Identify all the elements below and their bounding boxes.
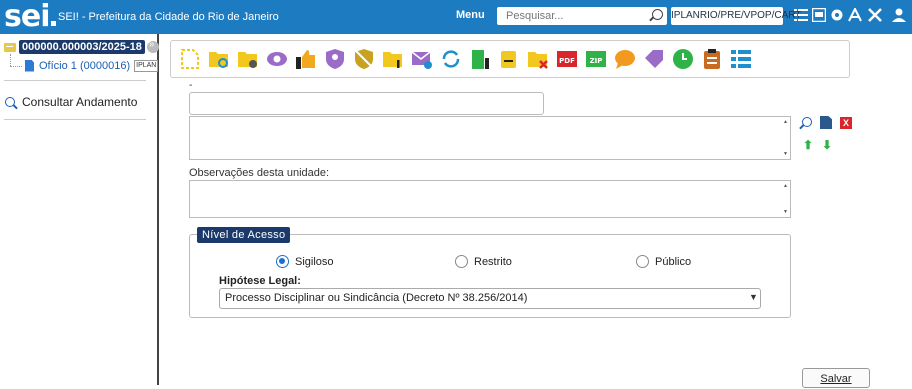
remove-icon[interactable]: X: [840, 117, 852, 129]
divider: [4, 80, 146, 81]
folder-remove-icon[interactable]: [527, 48, 549, 70]
divider: [4, 119, 146, 120]
observacoes-textarea[interactable]: ▲ ▼: [189, 180, 791, 218]
document-unit-badge: IPLAN: [134, 59, 159, 72]
hipotese-legal-select[interactable]: Processo Disciplinar ou Sindicância (Dec…: [219, 288, 761, 309]
radio-publico[interactable]: Público: [636, 255, 691, 268]
clock-icon[interactable]: [672, 48, 694, 70]
sei-logo[interactable]: sei: [4, 0, 56, 34]
expand-toggle-icon[interactable]: [146, 39, 159, 53]
radio-sigiloso[interactable]: Sigiloso: [276, 255, 334, 268]
consult-andamento-link[interactable]: Consultar Andamento: [5, 95, 137, 109]
new-document-icon[interactable]: [179, 48, 201, 70]
folder-info-icon[interactable]: [382, 48, 404, 70]
process-tree-panel: [0, 34, 157, 385]
search-icon: [5, 97, 15, 107]
tag-icon[interactable]: [643, 48, 665, 70]
text-input[interactable]: [189, 92, 544, 115]
radio-button[interactable]: [455, 255, 468, 268]
scroll-up-icon[interactable]: ▲: [783, 183, 788, 189]
tools-icon[interactable]: [868, 8, 882, 24]
folder-icon: [4, 42, 16, 52]
folder-settings-icon[interactable]: [237, 48, 259, 70]
radio-label[interactable]: Público: [655, 256, 691, 268]
radio-button[interactable]: [636, 255, 649, 268]
move-down-icon[interactable]: ⬇: [822, 139, 832, 151]
access-level-legend: Nível de Acesso: [197, 227, 291, 243]
shield-user-icon[interactable]: [324, 48, 346, 70]
scroll-down-icon[interactable]: ▼: [783, 151, 788, 157]
pdf-icon[interactable]: PDF: [556, 48, 578, 70]
save-button[interactable]: Salvar: [802, 368, 870, 388]
menu-lines-icon[interactable]: [794, 8, 808, 24]
svg-text:ZIP: ZIP: [590, 57, 603, 65]
tree-connector: [10, 54, 12, 66]
document-link[interactable]: Ofício 1 (0000016): [39, 60, 130, 72]
menu-link[interactable]: Menu: [456, 9, 485, 21]
description-textarea[interactable]: ▲ ▼: [189, 116, 791, 160]
document-icon: [25, 59, 34, 72]
email-icon[interactable]: [411, 48, 433, 70]
comment-icon[interactable]: [614, 48, 636, 70]
hipotese-legal-label: Hipótese Legal:: [219, 275, 301, 287]
list-user-icon[interactable]: [498, 48, 520, 70]
user-icon[interactable]: [892, 8, 906, 24]
edit-icon[interactable]: [820, 116, 832, 129]
field-label: -: [189, 80, 193, 91]
search-icon[interactable]: [802, 117, 812, 127]
font-size-icon[interactable]: [848, 6, 862, 24]
radio-button[interactable]: [276, 255, 289, 268]
top-bar: sei SEI! - Prefeitura da Cidade do Rio d…: [0, 0, 912, 34]
radio-label[interactable]: Sigiloso: [295, 256, 334, 268]
list-icon[interactable]: [730, 48, 752, 70]
gear-icon[interactable]: [830, 8, 844, 24]
tree-process-node[interactable]: 000000.000003/2025-18: [4, 39, 159, 54]
document-toolbar: PDF ZIP: [170, 40, 850, 78]
process-number[interactable]: 000000.000003/2025-18: [19, 40, 145, 54]
observacoes-label: Observações desta unidade:: [189, 167, 330, 179]
radio-label[interactable]: Restrito: [474, 256, 512, 268]
calculator-icon[interactable]: [811, 7, 827, 24]
scroll-down-icon[interactable]: ▼: [783, 209, 788, 215]
tree-connector: [10, 66, 22, 68]
app-title: SEI! - Prefeitura da Cidade do Rio de Ja…: [58, 11, 279, 23]
thumbs-up-icon[interactable]: [295, 48, 317, 70]
consult-andamento-label[interactable]: Consultar Andamento: [22, 95, 137, 109]
zip-icon[interactable]: ZIP: [585, 48, 607, 70]
shield-slash-icon[interactable]: [353, 48, 375, 70]
move-up-icon[interactable]: ⬆: [803, 139, 813, 151]
chevron-down-icon[interactable]: ▼: [749, 292, 758, 302]
tree-document-node[interactable]: Ofício 1 (0000016) IPLAN: [25, 58, 159, 73]
radio-restrito[interactable]: Restrito: [455, 255, 512, 268]
unit-selector[interactable]: IPLANRIO/PRE/VPOP/CART: [671, 7, 801, 25]
scroll-up-icon[interactable]: ▲: [783, 119, 788, 125]
folder-refresh-icon[interactable]: [208, 48, 230, 70]
building-icon[interactable]: [469, 48, 491, 70]
search-icon[interactable]: [652, 9, 663, 20]
search-input[interactable]: [497, 7, 667, 25]
sync-icon[interactable]: [440, 48, 462, 70]
eye-icon[interactable]: [266, 48, 288, 70]
svg-text:PDF: PDF: [559, 57, 575, 65]
clipboard-icon[interactable]: [701, 48, 723, 70]
panel-divider[interactable]: [157, 34, 159, 385]
